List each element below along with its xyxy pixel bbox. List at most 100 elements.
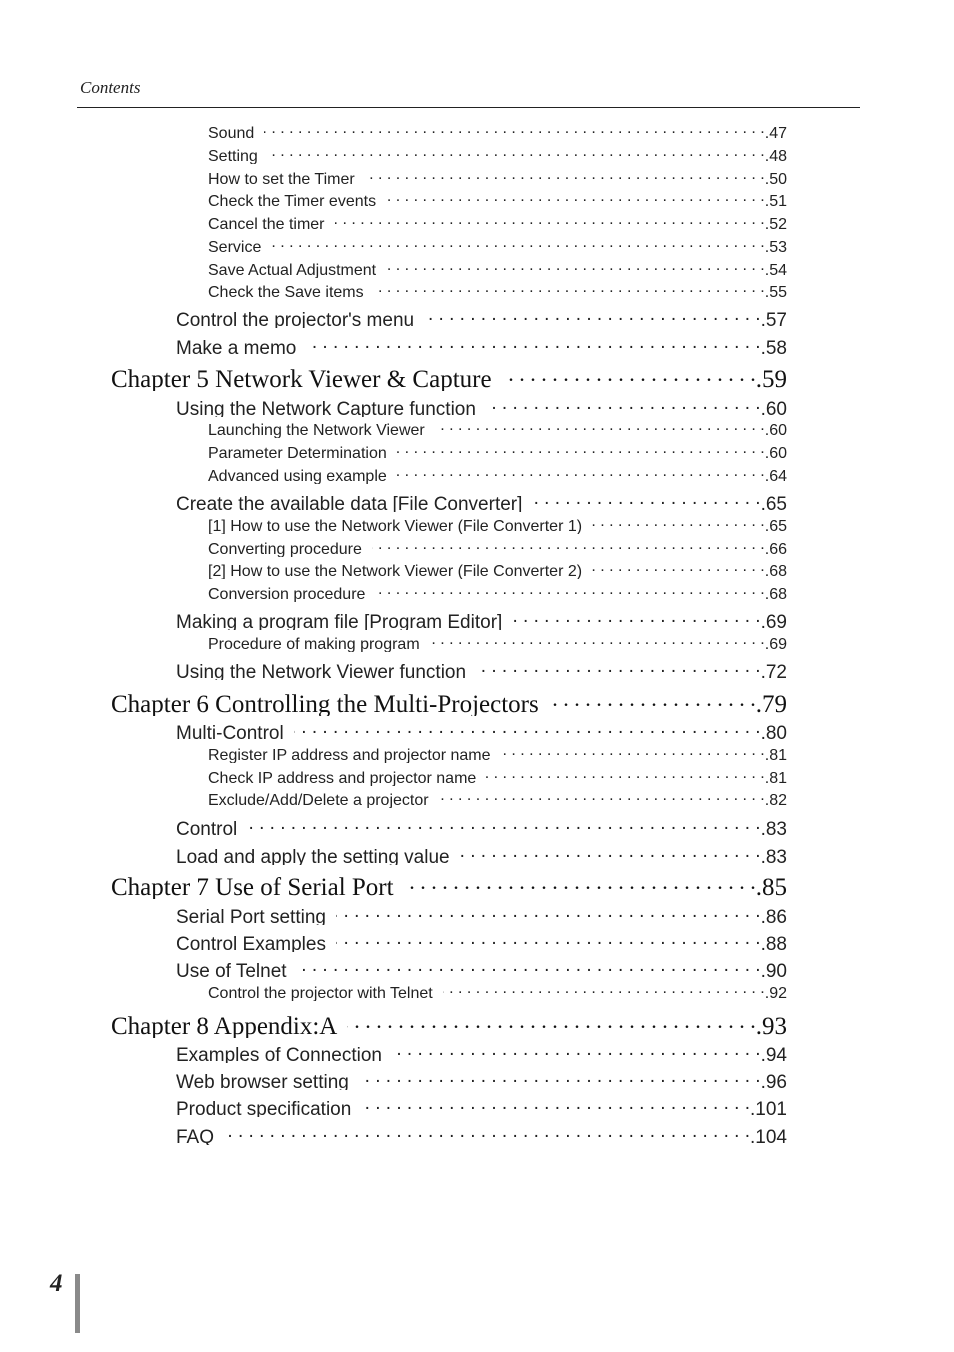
toc-entry-page: .59 bbox=[755, 366, 787, 391]
dot-leader bbox=[512, 606, 760, 628]
toc-entry-page: .88 bbox=[760, 934, 787, 952]
toc-entry-page: .64 bbox=[764, 468, 787, 484]
toc-sub-entry[interactable]: Register IP address and projector name .8… bbox=[208, 742, 787, 763]
toc-sub-entry[interactable]: Check the Save items .55 bbox=[208, 279, 787, 300]
toc-entry-label: Chapter 5 Network Viewer & Capture bbox=[111, 366, 492, 391]
toc-entry-label: Save Actual Adjustment bbox=[208, 262, 377, 278]
dot-leader bbox=[460, 841, 761, 863]
toc-section-entry[interactable]: Use of Telnet .90 bbox=[176, 955, 787, 979]
toc-entry-label: Chapter 8 Appendix:A bbox=[111, 1013, 338, 1038]
dot-leader bbox=[439, 787, 765, 805]
toc-sub-entry[interactable]: Converting procedure .66 bbox=[208, 536, 787, 557]
toc-sub-entry[interactable]: How to set the Timer .50 bbox=[208, 166, 787, 187]
toc-sub-entry[interactable]: Control the projector with Telnet .92 bbox=[208, 980, 787, 1001]
dot-leader bbox=[374, 279, 765, 297]
toc-sub-entry[interactable]: Check IP address and projector name .81 bbox=[208, 765, 787, 786]
toc-section-entry[interactable]: Control .83 bbox=[176, 813, 787, 837]
toc-chapter-entry[interactable]: Chapter 8 Appendix:A .93 bbox=[111, 1008, 787, 1038]
dot-leader bbox=[404, 869, 756, 895]
dot-leader bbox=[336, 901, 761, 923]
running-header-title: Contents bbox=[80, 78, 141, 97]
dot-leader bbox=[372, 536, 765, 554]
toc-entry-page: .47 bbox=[764, 125, 787, 141]
dot-leader bbox=[268, 143, 765, 161]
toc-sub-entry[interactable]: Setting .48 bbox=[208, 143, 787, 164]
toc-sub-entry[interactable]: [2] How to use the Network Viewer (File … bbox=[208, 558, 787, 579]
toc-sub-entry[interactable]: Parameter Determination .60 bbox=[208, 440, 787, 461]
toc-section-entry[interactable]: Using the Network Capture function .60 bbox=[176, 393, 787, 417]
toc-entry-label: Control Examples bbox=[176, 934, 326, 952]
toc-entry-page: .93 bbox=[755, 1013, 787, 1038]
toc-entry-label: Make a memo bbox=[176, 338, 297, 356]
dot-leader bbox=[264, 120, 764, 138]
toc-entry-label: Making a program file [Program Editor] bbox=[176, 612, 503, 630]
toc-section-entry[interactable]: Serial Port setting .86 bbox=[176, 901, 787, 925]
toc-entry-label: FAQ bbox=[176, 1127, 215, 1145]
toc-section-entry[interactable]: Using the Network Viewer function .72 bbox=[176, 656, 787, 680]
toc-sub-entry[interactable]: Advanced using example .64 bbox=[208, 463, 787, 484]
toc-sub-entry[interactable]: Conversion procedure .68 bbox=[208, 581, 787, 602]
toc-entry-label: Service bbox=[208, 239, 262, 255]
toc-sub-entry[interactable]: Check the Timer events .51 bbox=[208, 188, 787, 209]
toc-entry-page: .79 bbox=[755, 691, 787, 716]
toc-entry-page: .69 bbox=[760, 612, 787, 630]
toc-chapter-entry[interactable]: Chapter 7 Use of Serial Port .85 bbox=[111, 869, 787, 899]
toc-entry-page: .92 bbox=[764, 985, 787, 1001]
toc-entry-label: Control the projector with Telnet bbox=[208, 985, 433, 1001]
toc-entry-page: .66 bbox=[764, 541, 787, 557]
toc-entry-label: Check the Save items bbox=[208, 284, 364, 300]
dot-leader bbox=[247, 813, 760, 835]
dot-leader bbox=[365, 166, 765, 184]
toc-section-entry[interactable]: Examples of Connection .94 bbox=[176, 1039, 787, 1063]
toc-section-entry[interactable]: Load and apply the setting value .83 bbox=[176, 841, 787, 865]
toc-entry-page: .82 bbox=[764, 792, 787, 808]
dot-leader bbox=[532, 488, 760, 510]
toc-entry-page: .104 bbox=[750, 1127, 787, 1145]
toc-section-entry[interactable]: Control the projector's menu .57 bbox=[176, 304, 787, 328]
dot-leader bbox=[271, 234, 764, 252]
toc-sub-entry[interactable]: Cancel the timer .52 bbox=[208, 211, 787, 232]
toc-sub-entry[interactable]: Launching the Network Viewer .60 bbox=[208, 417, 787, 438]
dot-leader bbox=[397, 463, 765, 481]
toc-entry-label: Load and apply the setting value bbox=[176, 847, 450, 865]
toc-section-entry[interactable]: Making a program file [Program Editor] .6… bbox=[176, 606, 787, 630]
toc-sub-entry[interactable]: Sound .47 bbox=[208, 120, 787, 141]
toc-sub-entry[interactable]: [1] How to use the Network Viewer (File … bbox=[208, 513, 787, 534]
toc-entry-page: .96 bbox=[760, 1072, 787, 1090]
dot-leader bbox=[443, 980, 765, 998]
toc-entry-page: .60 bbox=[760, 399, 787, 417]
dot-leader bbox=[502, 361, 756, 387]
toc-entry-label: Register IP address and projector name bbox=[208, 747, 491, 763]
toc-chapter-entry[interactable]: Chapter 6 Controlling the Multi-Projecto… bbox=[111, 686, 787, 716]
toc-sub-entry[interactable]: Service .53 bbox=[208, 234, 787, 255]
toc-entry-page: .94 bbox=[760, 1045, 787, 1063]
dot-leader bbox=[435, 417, 765, 435]
toc-entry-label: Serial Port setting bbox=[176, 907, 326, 925]
toc-entry-label: Use of Telnet bbox=[176, 961, 287, 979]
toc-entry-label: Parameter Determination bbox=[208, 445, 387, 461]
toc-sub-entry[interactable]: Procedure of making program .69 bbox=[208, 631, 787, 652]
toc-sub-entry[interactable]: Save Actual Adjustment .54 bbox=[208, 257, 787, 278]
toc-section-entry[interactable]: Control Examples .88 bbox=[176, 928, 787, 952]
toc-entry-page: .60 bbox=[764, 445, 787, 461]
toc-entry-label: Advanced using example bbox=[208, 468, 387, 484]
toc-entry-label: Cancel the timer bbox=[208, 216, 325, 232]
toc-section-entry[interactable]: Web browser setting .96 bbox=[176, 1066, 787, 1090]
toc-entry-label: Conversion procedure bbox=[208, 586, 366, 602]
toc-chapter-entry[interactable]: Chapter 5 Network Viewer & Capture .59 bbox=[111, 361, 787, 391]
toc-entry-label: Web browser setting bbox=[176, 1072, 349, 1090]
toc-entry-page: .50 bbox=[764, 171, 787, 187]
toc-section-entry[interactable]: Make a memo .58 bbox=[176, 332, 787, 356]
toc-section-entry[interactable]: Product specification .101 bbox=[176, 1093, 787, 1117]
dot-leader bbox=[549, 686, 756, 712]
toc-entry-page: .85 bbox=[755, 874, 787, 899]
dot-leader bbox=[386, 188, 765, 206]
toc-section-entry[interactable]: Create the available data [File Converte… bbox=[176, 488, 787, 512]
toc-entry-label: Check IP address and projector name bbox=[208, 770, 477, 786]
toc-section-entry[interactable]: FAQ .104 bbox=[176, 1121, 787, 1145]
toc-entry-page: .68 bbox=[764, 586, 787, 602]
toc-entry-page: .65 bbox=[764, 518, 787, 534]
toc-section-entry[interactable]: Multi-Control .80 bbox=[176, 717, 787, 741]
toc-entry-page: .69 bbox=[764, 636, 787, 652]
toc-sub-entry[interactable]: Exclude/Add/Delete a projector .82 bbox=[208, 787, 787, 808]
